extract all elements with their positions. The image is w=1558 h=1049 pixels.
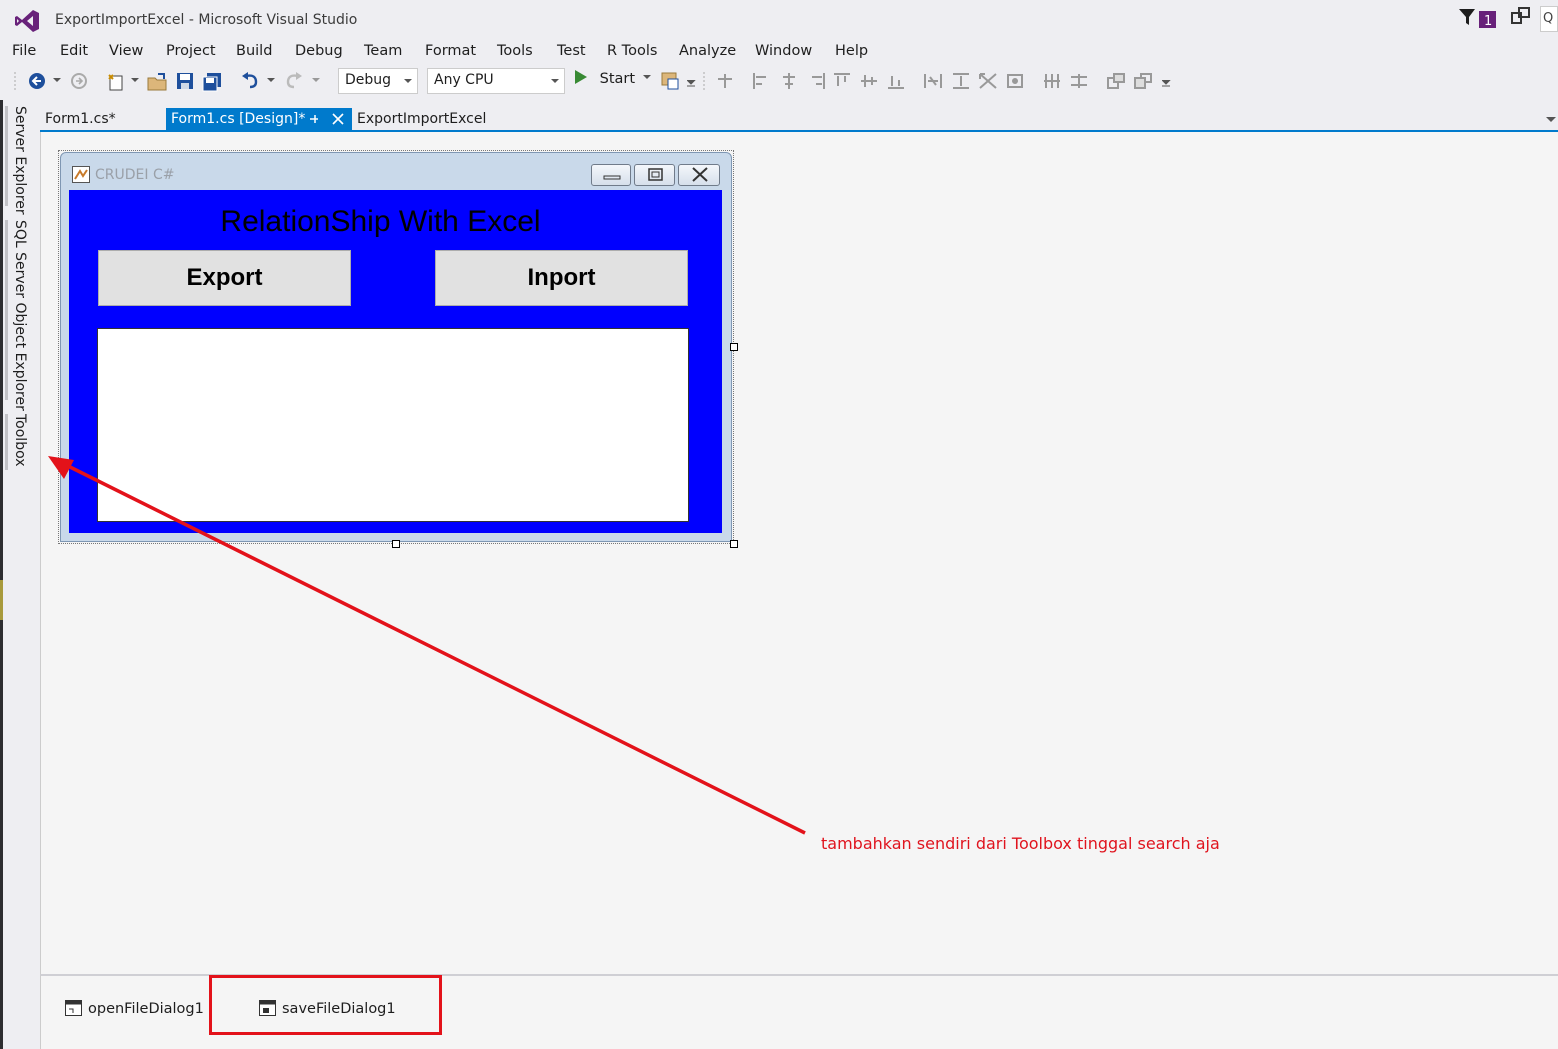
open-file-dialog-icon <box>65 1000 82 1016</box>
tray-item-open-file-dialog[interactable]: openFileDialog1 <box>65 1000 204 1017</box>
annotation-highlight-box <box>209 975 442 1035</box>
annotation-text: tambahkan sendiri dari Toolbox tinggal s… <box>821 834 1220 853</box>
tray-item-label: openFileDialog1 <box>88 1001 204 1017</box>
annotation-arrow-icon <box>48 456 806 835</box>
